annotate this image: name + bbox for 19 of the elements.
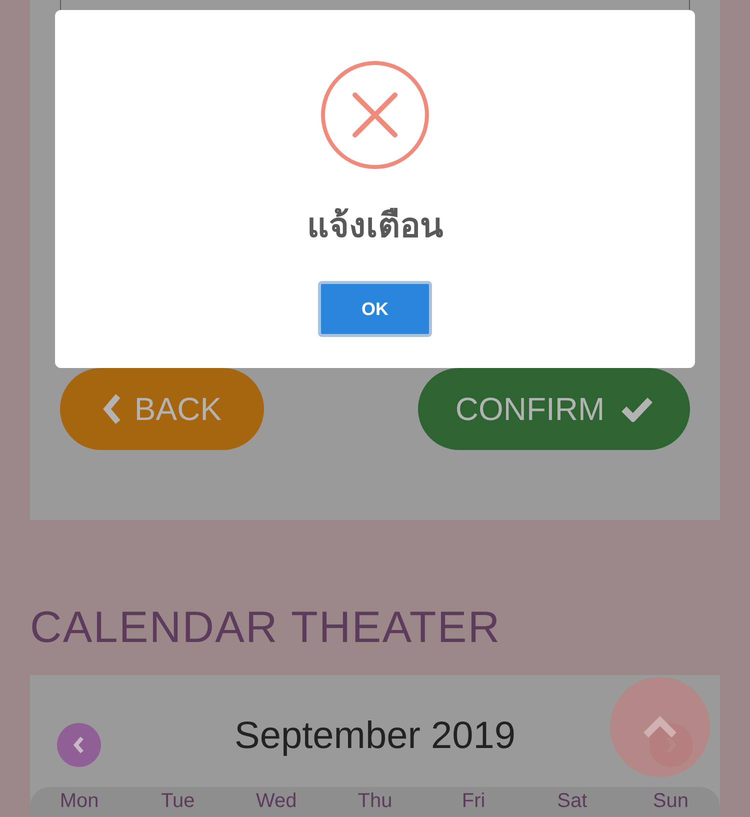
weekday-label: Tue: [160, 789, 196, 813]
weekday-label: Thu: [356, 789, 394, 813]
alert-title: แจ้งเตือน: [307, 206, 443, 247]
checkmark-icon: [620, 396, 653, 422]
weekday-label: Fri: [460, 789, 486, 813]
weekday-label: Wed: [255, 789, 298, 813]
chevron-left-icon: [72, 735, 86, 755]
weekday-label: Sun: [652, 789, 690, 813]
confirm-button[interactable]: CONFIRM: [418, 368, 690, 450]
month-title: September 2019: [234, 714, 516, 759]
ok-button[interactable]: OK: [318, 281, 432, 337]
section-title: CALENDAR THEATER: [30, 602, 502, 654]
previous-month-button[interactable]: [57, 723, 101, 767]
error-icon: [320, 60, 430, 170]
chevron-up-icon: [642, 716, 678, 738]
back-button[interactable]: BACK: [60, 368, 264, 450]
chevron-left-icon: [102, 393, 122, 425]
weekday-label: Sat: [556, 789, 588, 813]
weekday-label: Mon: [58, 789, 100, 813]
